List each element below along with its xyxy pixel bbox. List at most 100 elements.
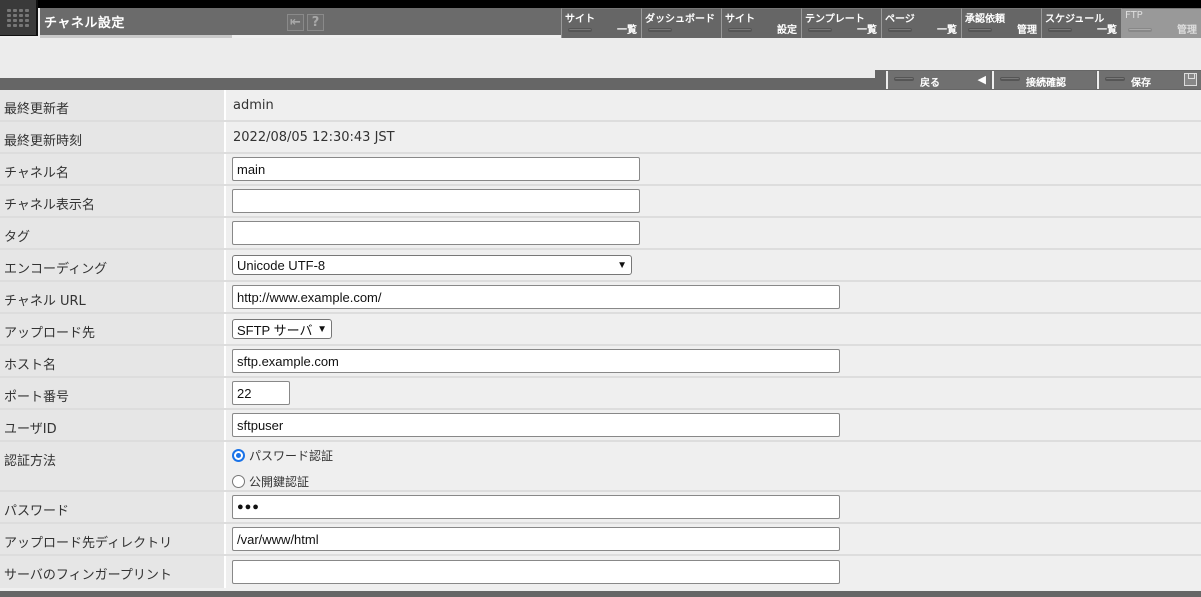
field-label: ポート番号: [0, 378, 226, 408]
floppy-save-icon: [1184, 73, 1197, 86]
radio-label: 公開鍵認証: [249, 475, 310, 489]
field-label: ホスト名: [0, 346, 226, 376]
field-label: アップロード先ディレクトリ: [0, 524, 226, 554]
nav-sublabel: 一覧: [937, 25, 957, 36]
row-port: ポート番号: [0, 378, 1201, 410]
nav-sublabel: 管理: [1017, 25, 1037, 36]
nav-page-list[interactable]: ページ 一覧: [881, 8, 961, 38]
channel-settings-form: 最終更新者 admin 最終更新時刻 2022/08/05 12:30:43 J…: [0, 90, 1201, 588]
field-label: 最終更新者: [0, 90, 226, 120]
save-button[interactable]: 保存: [1097, 71, 1201, 89]
row-encoding: エンコーディング Unicode UTF-8 ▼: [0, 250, 1201, 282]
nav-dashboard[interactable]: ダッシュボード: [641, 8, 721, 38]
auth-publickey-radio[interactable]: 公開鍵認証: [232, 473, 333, 490]
host-input[interactable]: [232, 349, 840, 373]
auth-method-radio-group: パスワード認証 公開鍵認証: [232, 444, 333, 490]
upload-target-select[interactable]: SFTP サーバ ▼: [232, 319, 332, 339]
field-label: パスワード: [0, 492, 226, 522]
encoding-selected: Unicode UTF-8: [237, 257, 326, 273]
row-fingerprint: サーバのフィンガープリント: [0, 556, 1201, 588]
chevron-down-icon: ▼: [617, 259, 627, 271]
nav-template-list[interactable]: テンプレート 一覧: [801, 8, 881, 38]
nav-site-list[interactable]: サイト 一覧: [561, 8, 641, 38]
row-channel-display-name: チャネル表示名: [0, 186, 1201, 218]
nav-label: サイト: [725, 14, 755, 25]
auth-password-radio[interactable]: パスワード認証: [232, 447, 333, 464]
upload-dir-input[interactable]: [232, 527, 840, 551]
radio-label: パスワード認証: [249, 449, 334, 463]
pill-icon: [728, 28, 752, 32]
field-label: チャネル名: [0, 154, 226, 184]
bottom-bar: [0, 591, 1201, 597]
field-label: 認証方法: [0, 442, 226, 490]
last-updated-at-value: 2022/08/05 12:30:43 JST: [226, 122, 1201, 152]
nav-label: テンプレート: [805, 14, 865, 25]
channel-name-input[interactable]: [232, 157, 640, 181]
channel-url-input[interactable]: [232, 285, 840, 309]
grid-logo-icon: [7, 8, 29, 27]
pill-icon: [888, 28, 912, 32]
nav-site-settings[interactable]: サイト 設定: [721, 8, 801, 38]
pill-icon: [894, 77, 914, 81]
pill-icon: [808, 28, 832, 32]
last-updated-by-value: admin: [226, 90, 1201, 120]
page-title: チャネル設定: [44, 16, 125, 31]
nav-label: スケジュール: [1045, 14, 1105, 25]
row-channel-name: チャネル名: [0, 154, 1201, 186]
port-input[interactable]: [232, 381, 290, 405]
nav-label: 承認依頼: [965, 14, 1005, 25]
password-input[interactable]: [232, 495, 840, 519]
field-label: チャネル URL: [0, 282, 226, 312]
nav-sublabel: 設定: [777, 25, 797, 36]
top-black-bar: [0, 0, 1201, 8]
field-label: ユーザID: [0, 410, 226, 440]
back-label: 戻る: [920, 78, 940, 89]
nav-sublabel: 一覧: [1097, 25, 1117, 36]
help-icon[interactable]: ?: [307, 14, 324, 31]
pill-icon: [968, 28, 992, 32]
nav-sublabel: 管理: [1177, 25, 1197, 36]
row-tag: タグ: [0, 218, 1201, 250]
pill-icon: [648, 28, 672, 32]
encoding-select[interactable]: Unicode UTF-8 ▼: [232, 255, 632, 275]
pill-icon: [1048, 28, 1072, 32]
nav-label: ダッシュボード: [645, 14, 715, 25]
chevron-down-icon: ▼: [317, 323, 327, 335]
back-arrow-icon: ◀: [977, 73, 986, 86]
logout-icon[interactable]: ⇤: [287, 14, 304, 31]
fingerprint-input[interactable]: [232, 560, 840, 584]
nav-schedule-list[interactable]: スケジュール 一覧: [1041, 8, 1121, 38]
radio-selected-icon: [232, 449, 245, 462]
tag-input[interactable]: [232, 221, 640, 245]
pill-icon: [1000, 77, 1020, 81]
row-auth-method: 認証方法 パスワード認証 公開鍵認証: [0, 442, 1201, 492]
field-label: チャネル表示名: [0, 186, 226, 216]
pill-icon: [1128, 28, 1152, 32]
test-connection-label: 接続確認: [1026, 78, 1066, 89]
back-button[interactable]: 戻る ◀: [886, 71, 990, 89]
pill-icon: [1105, 77, 1125, 81]
nav-label: サイト: [565, 14, 595, 25]
row-channel-url: チャネル URL: [0, 282, 1201, 314]
nav-ftp-manage[interactable]: FTP 管理: [1121, 8, 1201, 38]
field-label: アップロード先: [0, 314, 226, 344]
radio-unselected-icon: [232, 475, 245, 488]
nav-approval[interactable]: 承認依頼 管理: [961, 8, 1041, 38]
nav-sublabel: 一覧: [857, 25, 877, 36]
row-user-id: ユーザID: [0, 410, 1201, 442]
row-upload-dir: アップロード先ディレクトリ: [0, 524, 1201, 556]
field-label: 最終更新時刻: [0, 122, 226, 152]
field-label: エンコーディング: [0, 250, 226, 280]
nav-label: ページ: [885, 14, 915, 25]
save-label: 保存: [1131, 78, 1151, 89]
row-upload-target: アップロード先 SFTP サーバ ▼: [0, 314, 1201, 346]
nav-sublabel: 一覧: [617, 25, 637, 36]
nav-label: FTP: [1125, 10, 1143, 21]
row-host: ホスト名: [0, 346, 1201, 378]
app-logo[interactable]: [0, 0, 38, 36]
user-id-input[interactable]: [232, 413, 840, 437]
field-label: タグ: [0, 218, 226, 248]
row-last-updated-by: 最終更新者 admin: [0, 90, 1201, 122]
test-connection-button[interactable]: 接続確認: [992, 71, 1096, 89]
channel-display-name-input[interactable]: [232, 189, 640, 213]
